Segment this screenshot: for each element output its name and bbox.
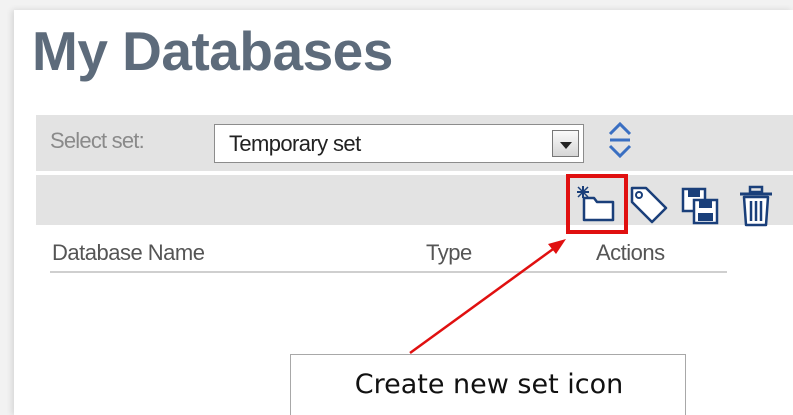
column-header-actions: Actions	[596, 240, 665, 265]
up-down-sort-icon[interactable]	[606, 120, 634, 160]
save-icon[interactable]	[680, 186, 720, 226]
column-header-database-name[interactable]: Database Name	[52, 240, 205, 266]
page-title: My Databases	[32, 20, 393, 82]
table-header-divider	[50, 271, 727, 273]
column-header-type[interactable]: Type	[426, 240, 472, 266]
highlight-box	[566, 174, 628, 234]
set-dropdown[interactable]: Temporary set	[214, 124, 584, 163]
dropdown-arrow-icon[interactable]	[552, 130, 579, 157]
delete-icon[interactable]	[738, 185, 774, 227]
annotation-callout: Create new set icon	[290, 354, 686, 415]
tag-icon[interactable]	[628, 184, 670, 226]
select-set-label: Select set:	[50, 128, 145, 153]
annotation-text: Create new set icon	[354, 369, 624, 400]
set-dropdown-value: Temporary set	[229, 131, 361, 156]
